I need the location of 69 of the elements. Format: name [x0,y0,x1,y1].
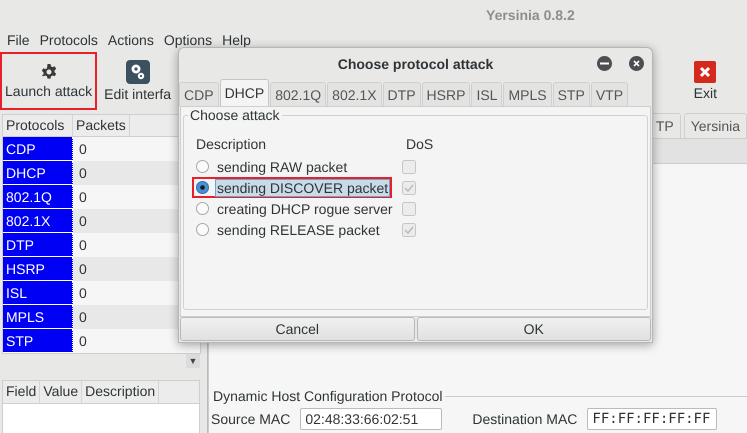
radio-button[interactable] [196,160,209,173]
field-label: Destination MAC [471,411,578,427]
table-cell-text: 0 [78,308,87,327]
table-cell: 802.1X [3,209,73,233]
exit-icon [694,61,716,83]
frame-title: Choose attack [188,107,282,123]
attack-label[interactable]: sending DISCOVER packet [215,178,390,196]
input-field[interactable]: FF:FF:FF:FF:FF: [587,408,718,430]
table-cell: HSRP [3,257,73,281]
column-header[interactable]: Value [40,381,82,403]
column-header[interactable]: Packets [73,115,130,136]
radio-button[interactable] [196,223,209,236]
window-title: Yersinia 0.8.2 [486,7,575,23]
column-header[interactable]: Field [3,381,40,403]
table-cell: 802.1Q [3,185,73,209]
tab[interactable]: MPLS [503,82,552,106]
table-cell-text: 0 [78,164,87,183]
table-cell-text: 0 [78,260,87,279]
minimize-icon [600,62,609,65]
tab[interactable]: CDP [179,82,219,106]
column-header: DoS [406,136,434,154]
attack-label[interactable]: creating DHCP rogue server [215,200,395,218]
table-cell: DTP [3,233,73,257]
toolbar-button[interactable]: Exit [688,52,722,110]
gear-icon [40,63,58,81]
tab[interactable]: STP [552,82,590,106]
radio-button[interactable] [196,181,209,194]
minimize-button[interactable] [597,56,612,71]
field-label: Source MAC [210,411,292,427]
toolbar-button[interactable]: Launch attack [0,52,98,110]
table-cell-text: 0 [78,212,87,231]
tab[interactable]: 802.1Q [270,82,326,106]
close-button[interactable] [629,56,644,71]
close-icon [633,60,640,67]
attack-label[interactable]: sending RAW packet [215,158,350,176]
tab[interactable]: 802.1X [327,82,382,106]
menu-item[interactable]: Options [158,30,218,50]
radio-button[interactable] [196,202,209,215]
table-cell: ISL [3,281,73,305]
menu-item[interactable]: Help [217,30,256,50]
table-cell: STP [3,329,73,353]
column-header[interactable]: Description [82,381,160,403]
menu-item[interactable]: Actions [102,30,159,50]
column-header: Description [196,136,268,154]
tab[interactable]: HSRP [422,82,470,106]
toolbar-button[interactable]: Edit interfa [99,52,176,110]
table-cell-text: 0 [78,332,87,351]
menu-item[interactable]: Protocols [34,30,103,50]
tab[interactable]: DHCP [220,79,270,106]
table-cell-text: 0 [78,284,87,303]
tab[interactable]: DTP [382,82,421,106]
table-cell-text: 0 [78,140,87,159]
table-cell: CDP [3,137,73,161]
tab[interactable]: Yersinia [684,113,747,138]
menu-item[interactable]: File [2,30,35,50]
table-cell-text: 0 [78,188,87,207]
dialog-button[interactable]: OK [416,317,651,341]
tab[interactable]: VTP [590,82,628,106]
dialog-button[interactable]: Cancel [180,317,414,341]
gears-icon [126,60,150,84]
tab[interactable]: ISL [471,82,502,106]
table-cell: MPLS [3,305,73,329]
dialog-title: Choose protocol attack [338,56,494,72]
column-header[interactable]: Protocols [3,115,73,136]
input-field[interactable]: 02:48:33:66:02:51 [300,408,442,430]
table-cell-text: 0 [78,236,87,255]
table-cell: DHCP [3,161,73,185]
attack-label[interactable]: sending RELEASE packet [215,220,382,238]
frame-title: Dynamic Host Configuration Protocol [213,387,443,405]
